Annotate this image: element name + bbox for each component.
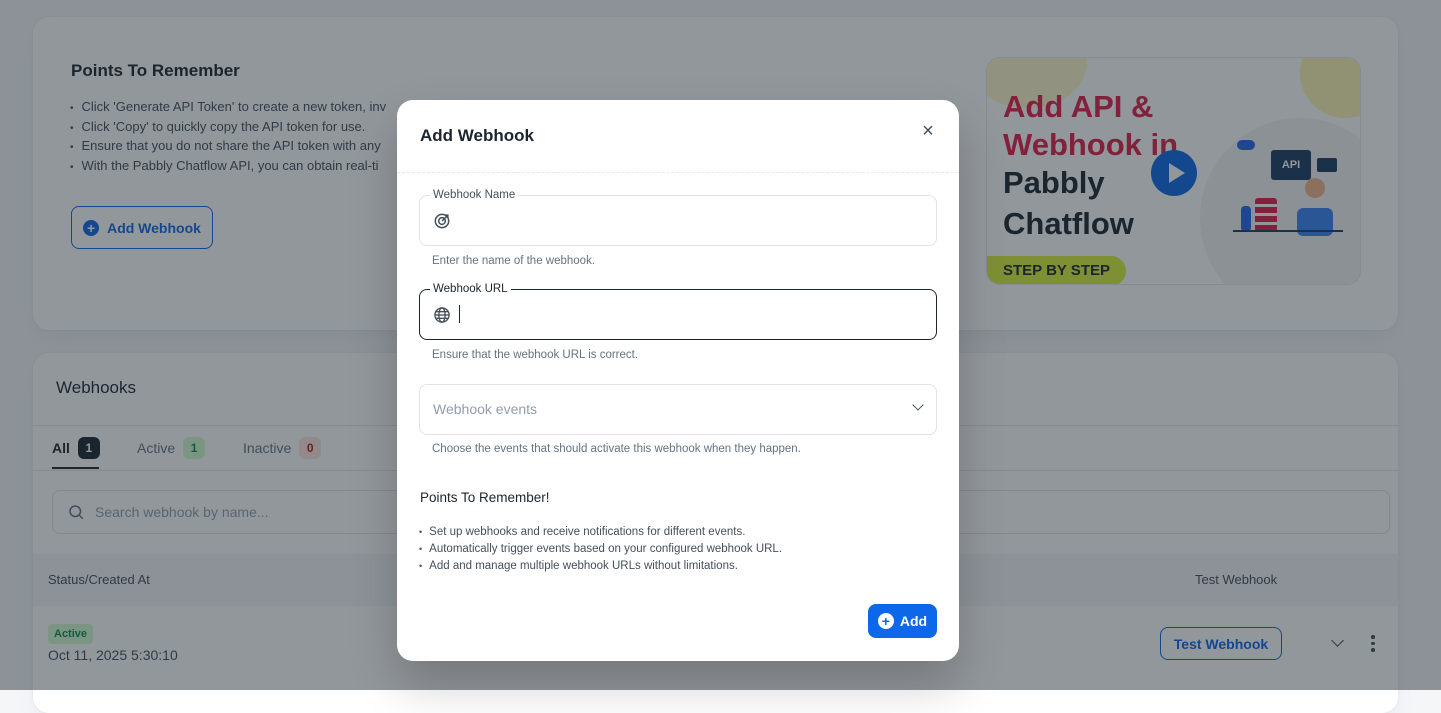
- webhook-events-helper: Choose the events that should activate t…: [432, 443, 801, 455]
- dialog-title: Add Webhook: [420, 126, 534, 145]
- points-list-item: Add and manage multiple webhook URLs wit…: [419, 558, 782, 575]
- divider: [397, 172, 959, 173]
- text-caret: [459, 305, 460, 323]
- webhook-events-placeholder: Webhook events: [433, 401, 538, 417]
- target-icon: [434, 213, 450, 229]
- plus-circle-icon: +: [877, 613, 894, 629]
- webhook-name-label: Webhook Name: [430, 188, 519, 202]
- add-webhook-dialog: Add Webhook × Webhook Name Enter the nam…: [397, 100, 959, 661]
- webhook-name-field[interactable]: Webhook Name: [419, 188, 937, 246]
- add-button[interactable]: + Add: [868, 604, 937, 638]
- chevron-down-icon: [912, 399, 924, 411]
- webhook-name-helper: Enter the name of the webhook.: [432, 255, 596, 267]
- webhook-url-field[interactable]: Webhook URL: [419, 282, 937, 340]
- points-to-remember-list: Set up webhooks and receive notification…: [419, 524, 782, 575]
- webhook-url-label: Webhook URL: [430, 282, 511, 296]
- points-list-item: Automatically trigger events based on yo…: [419, 541, 782, 558]
- close-icon[interactable]: ×: [917, 120, 939, 142]
- points-to-remember-title: Points To Remember!: [420, 490, 550, 505]
- globe-icon: [434, 307, 450, 323]
- points-list-item: Set up webhooks and receive notification…: [419, 524, 782, 541]
- webhook-events-select[interactable]: Webhook events: [419, 384, 937, 435]
- add-button-label: Add: [899, 613, 928, 629]
- webhook-url-helper: Ensure that the webhook URL is correct.: [432, 349, 639, 361]
